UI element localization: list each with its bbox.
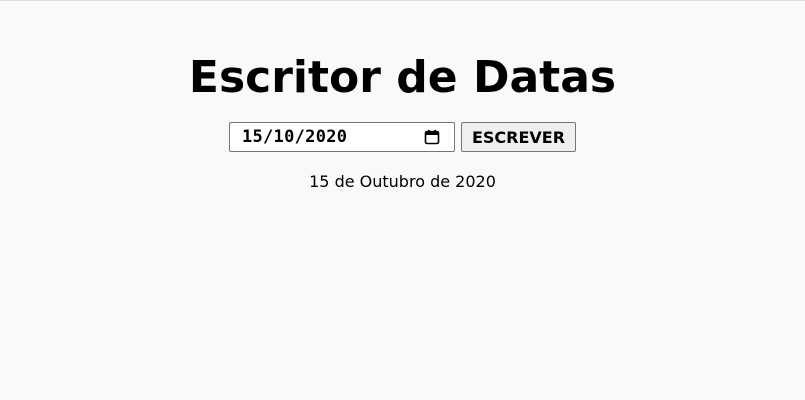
app-container: Escritor de Datas 15/10/2020 ESCREVER 15… [0, 0, 805, 400]
page-title: Escritor de Datas [188, 52, 617, 103]
date-input-value: 15/10/2020 [241, 127, 348, 147]
formatted-date-output: 15 de Outubro de 2020 [309, 172, 496, 191]
write-button[interactable]: ESCREVER [460, 122, 577, 152]
date-controls: 15/10/2020 ESCREVER [228, 122, 577, 152]
date-input[interactable]: 15/10/2020 [228, 122, 455, 152]
calendar-icon[interactable] [424, 129, 440, 145]
